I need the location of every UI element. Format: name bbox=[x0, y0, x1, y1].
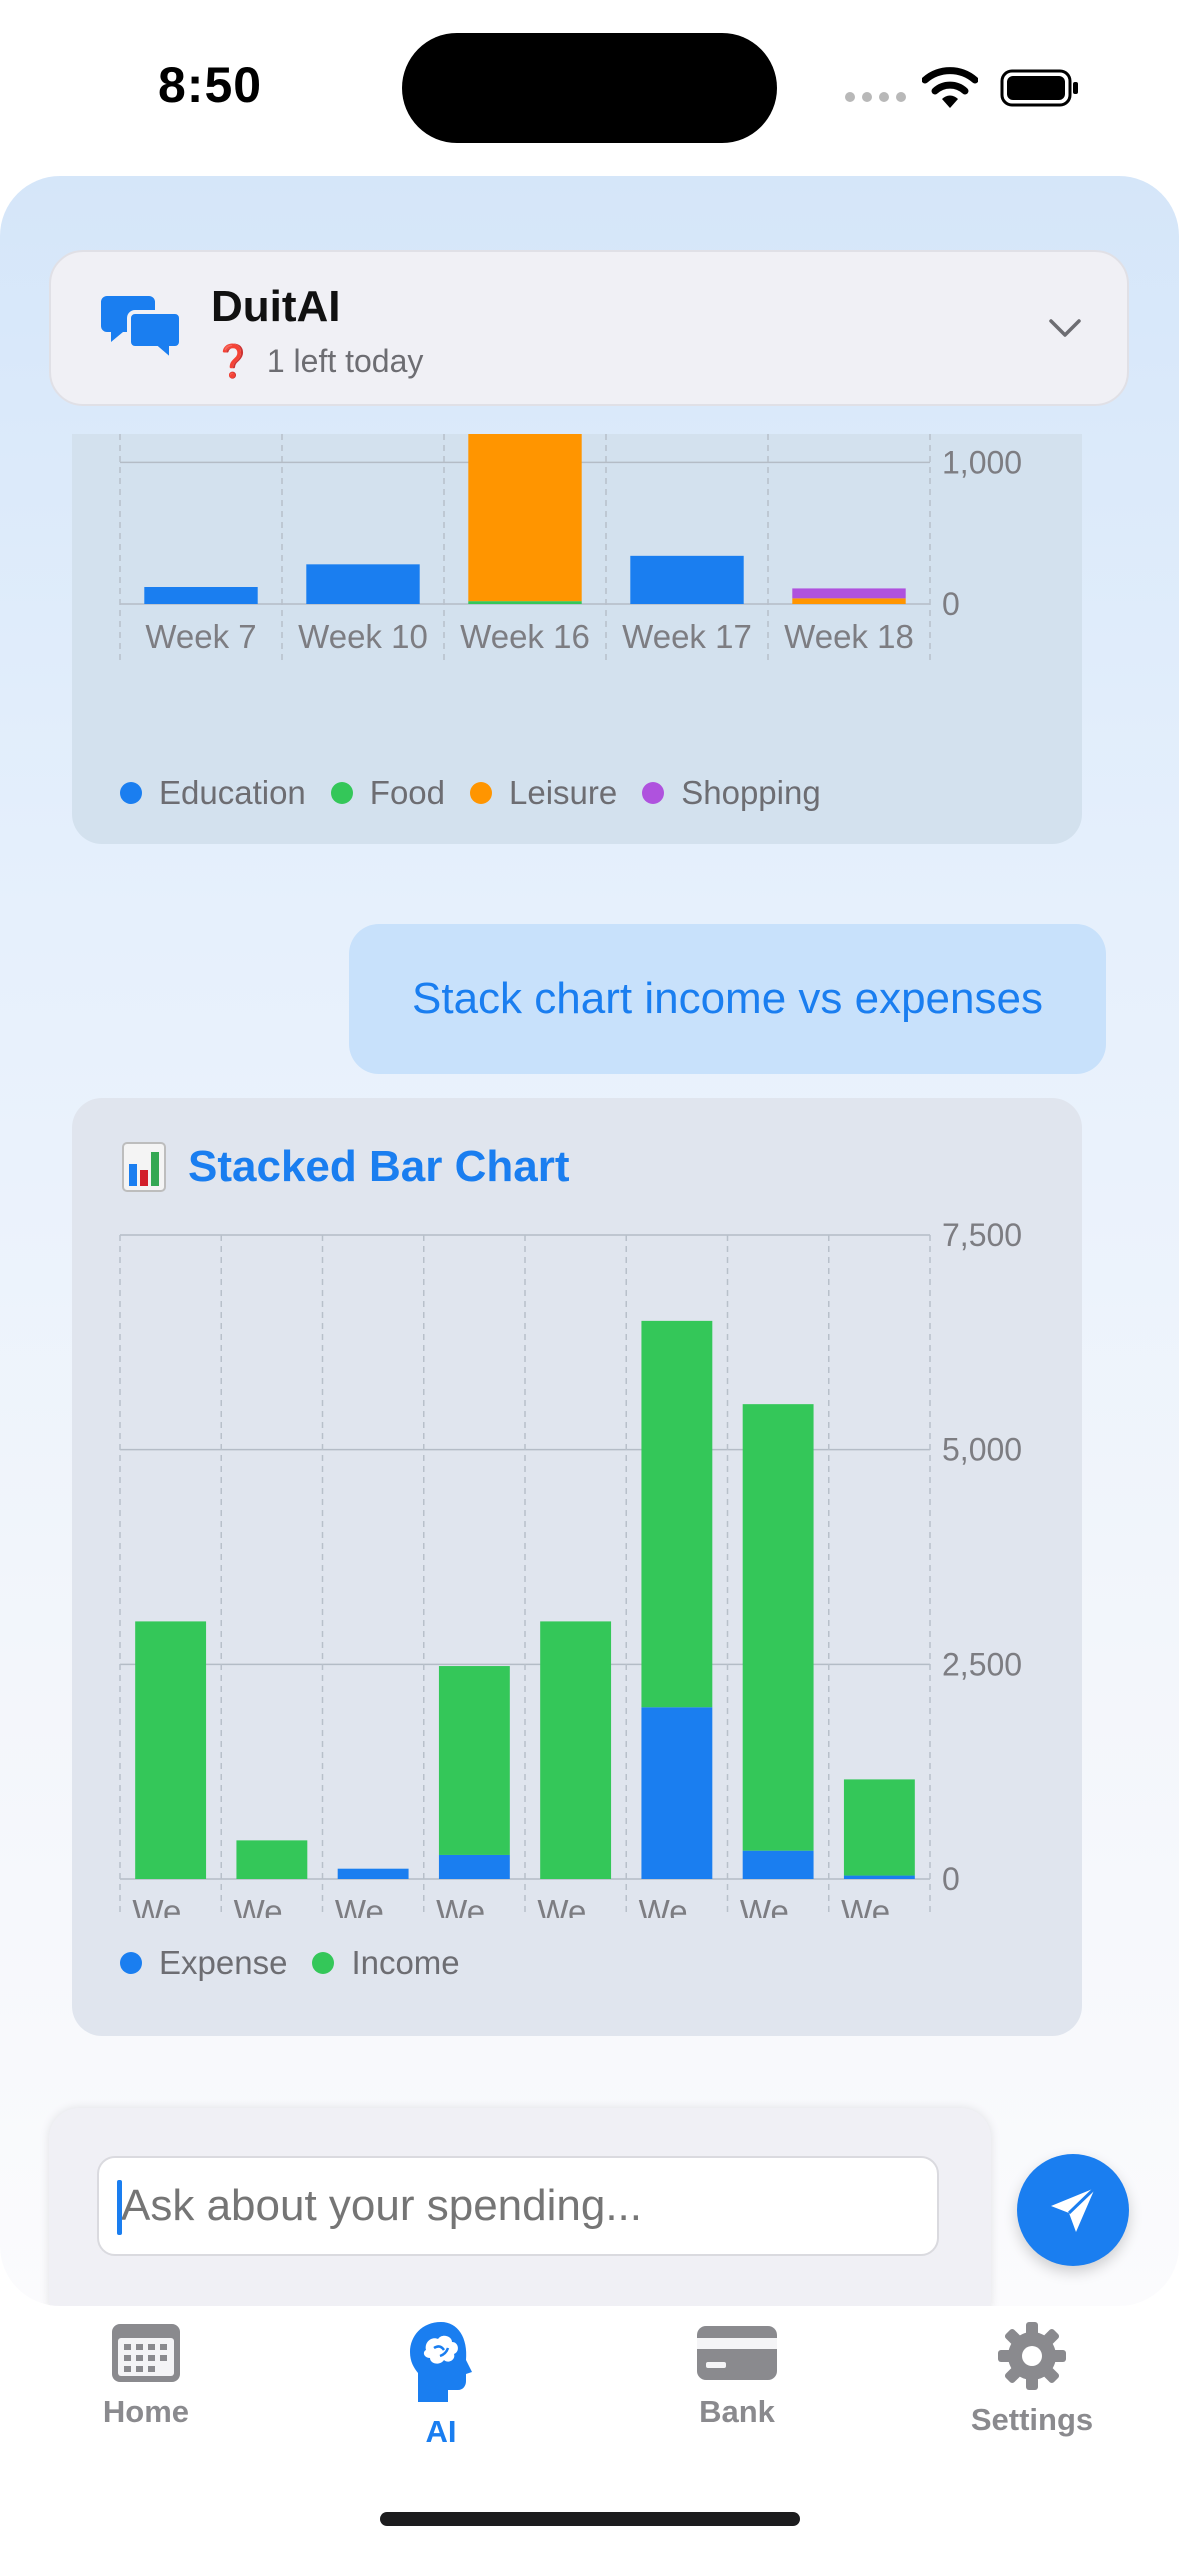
legend-item-leisure: Leisure bbox=[470, 774, 617, 812]
x-tick-label: We... bbox=[335, 1893, 411, 1918]
paper-plane-icon bbox=[1051, 2186, 1097, 2232]
chart-legend: Education Food Leisure Shopping bbox=[120, 774, 846, 812]
x-tick-label: We... bbox=[639, 1893, 715, 1918]
chat-bubbles-icon bbox=[101, 296, 181, 362]
chat-input[interactable] bbox=[97, 2156, 939, 2256]
spending-category-chart: 1,000 0 Week 7 Week 10 Week 16 Week 17 Week 18 bbox=[119, 434, 1022, 664]
bar-income bbox=[843, 1779, 915, 1876]
question-mark-icon: ❓ bbox=[213, 343, 253, 379]
tab-ai-label: AI bbox=[425, 2414, 457, 2449]
legend-label: Expense bbox=[159, 1944, 288, 1981]
x-tick-label: We... bbox=[436, 1893, 512, 1918]
tab-home[interactable]: Home bbox=[46, 2320, 246, 2430]
chart-legend: Expense Income bbox=[120, 1944, 485, 1982]
gear-icon bbox=[998, 2322, 1066, 2390]
send-button[interactable] bbox=[1017, 2154, 1129, 2266]
user-message-bubble: Stack chart income vs expenses bbox=[349, 924, 1106, 1074]
legend-label: Shopping bbox=[681, 774, 821, 811]
tab-bank[interactable]: Bank bbox=[637, 2320, 837, 2430]
bar-expense bbox=[843, 1875, 915, 1879]
brain-head-icon bbox=[410, 2322, 472, 2402]
legend-swatch bbox=[120, 782, 142, 804]
legend-label: Food bbox=[369, 774, 445, 811]
tab-settings[interactable]: Settings bbox=[932, 2320, 1132, 2438]
assistant-title: DuitAI bbox=[211, 282, 341, 331]
y-tick-label: 1,000 bbox=[942, 444, 1022, 480]
income-expense-chart: 7,500 5,000 2,500 0 We... We... We... We... We..… bbox=[119, 1217, 1022, 1918]
chat-panel[interactable]: 1,000 0 Week 7 Week 10 Week 16 Week 17 Week 18… bbox=[0, 176, 1179, 2306]
x-tick-label: We... bbox=[132, 1893, 208, 1918]
x-tick-label: We... bbox=[740, 1893, 816, 1918]
bar-leisure bbox=[468, 434, 582, 602]
stacked-bar-chart-card: Stacked Bar Chart 7,500 5,000 2,500 0 We... W… bbox=[72, 1098, 1082, 2036]
x-tick-label: Week 16 bbox=[460, 618, 590, 655]
legend-swatch bbox=[470, 782, 492, 804]
bar-expense bbox=[641, 1707, 713, 1879]
legend-label: Leisure bbox=[509, 774, 618, 811]
y-tick-label: 0 bbox=[942, 586, 960, 622]
legend-swatch bbox=[330, 782, 353, 804]
bar-income bbox=[135, 1621, 207, 1879]
legend-item-shopping: Shopping bbox=[642, 774, 821, 812]
text-cursor bbox=[117, 2180, 122, 2235]
dynamic-island bbox=[402, 33, 777, 143]
wifi-icon bbox=[922, 67, 978, 108]
legend-item-food: Food bbox=[330, 774, 445, 812]
bar-education bbox=[306, 564, 420, 604]
y-tick-label: 0 bbox=[942, 1861, 960, 1897]
assistant-header[interactable]: DuitAI ❓ 1 left today bbox=[49, 250, 1129, 406]
chevron-down-icon[interactable] bbox=[1045, 308, 1085, 348]
legend-label: Income bbox=[351, 1944, 460, 1981]
x-tick-label: We... bbox=[841, 1893, 917, 1918]
cellular-signal-icon bbox=[845, 92, 906, 102]
bar-expense bbox=[742, 1850, 814, 1879]
bar-shopping bbox=[792, 588, 906, 599]
bar-income bbox=[540, 1621, 612, 1879]
bar-income bbox=[438, 1666, 510, 1855]
tab-home-label: Home bbox=[102, 2394, 190, 2429]
bar-education bbox=[630, 555, 744, 604]
x-tick-label: We... bbox=[234, 1893, 310, 1918]
bar-education bbox=[144, 587, 258, 604]
legend-swatch bbox=[312, 1952, 335, 1974]
x-tick-label: Week 17 bbox=[622, 618, 752, 655]
legend-item-income: Income bbox=[312, 1944, 460, 1982]
bar-income bbox=[742, 1404, 814, 1851]
x-tick-label: Week 10 bbox=[298, 618, 428, 655]
home-indicator bbox=[380, 2512, 800, 2526]
x-tick-label: We... bbox=[537, 1893, 613, 1918]
legend-item-education: Education bbox=[120, 774, 306, 812]
credit-card-icon bbox=[697, 2326, 777, 2380]
spending-category-chart-card: 1,000 0 Week 7 Week 10 Week 16 Week 17 Week 18… bbox=[72, 434, 1082, 844]
legend-item-expense: Expense bbox=[120, 1944, 287, 1982]
y-tick-label: 5,000 bbox=[942, 1432, 1022, 1468]
legend-swatch bbox=[642, 782, 665, 804]
bar-leisure bbox=[792, 598, 906, 604]
y-tick-label: 7,500 bbox=[942, 1217, 1022, 1253]
bar-income bbox=[236, 1840, 308, 1879]
tab-ai[interactable]: AI bbox=[341, 2320, 541, 2450]
bar-food bbox=[468, 601, 582, 604]
legend-swatch bbox=[120, 1952, 142, 1974]
legend-label: Education bbox=[159, 774, 306, 811]
usage-status-text: 1 left today bbox=[266, 343, 424, 379]
calendar-icon bbox=[112, 2324, 180, 2382]
battery-icon bbox=[1000, 69, 1078, 107]
tab-settings-label: Settings bbox=[970, 2402, 1094, 2437]
tab-bank-label: Bank bbox=[699, 2394, 775, 2429]
y-tick-label: 2,500 bbox=[942, 1646, 1022, 1682]
chat-input-bar bbox=[49, 2108, 991, 2306]
x-tick-label: Week 18 bbox=[784, 618, 914, 655]
status-time: 8:50 bbox=[158, 57, 263, 113]
bar-expense bbox=[337, 1868, 409, 1879]
bar-income bbox=[641, 1320, 713, 1708]
x-tick-label: Week 7 bbox=[145, 618, 256, 655]
usage-status: ❓ 1 left today bbox=[213, 342, 423, 380]
bar-expense bbox=[438, 1854, 510, 1879]
